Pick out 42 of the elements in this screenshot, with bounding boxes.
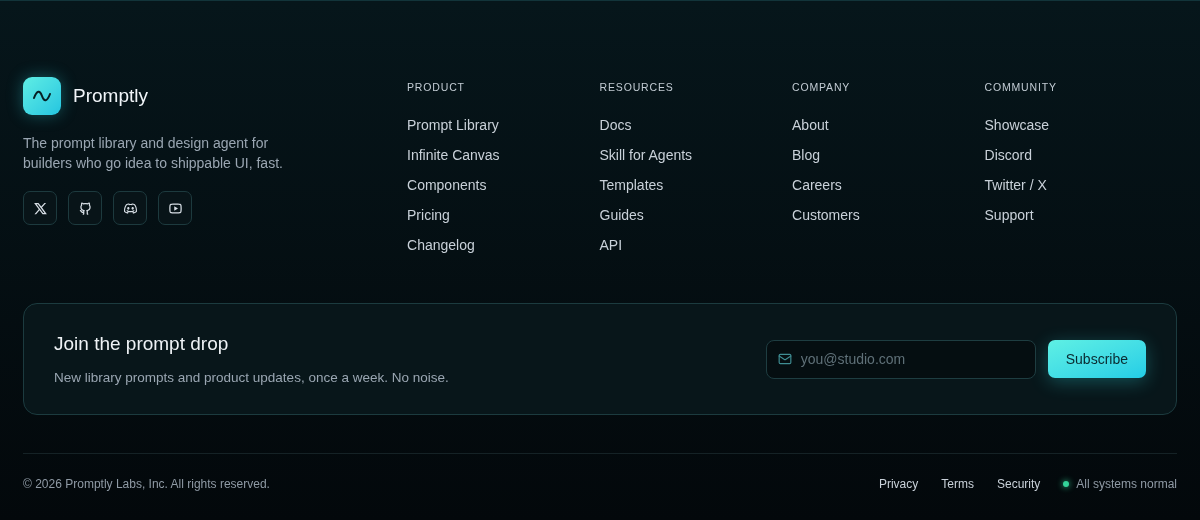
footer-link[interactable]: Blog: [792, 145, 821, 164]
x-logo-icon: [32, 200, 48, 216]
newsletter-title: Join the prompt drop: [54, 332, 230, 357]
email-field[interactable]: you@studio.com: [765, 339, 1036, 379]
footer-link[interactable]: Guides: [599, 205, 644, 224]
legal-link[interactable]: Security: [996, 474, 1041, 493]
footer-link[interactable]: Changelog: [407, 235, 475, 254]
subscribe-button[interactable]: Subscribe: [1047, 340, 1146, 378]
column-heading: COMPANY: [792, 80, 852, 95]
footer-link[interactable]: Customers: [792, 205, 860, 224]
status-text: All systems normal: [1076, 475, 1177, 493]
newsletter-subtitle: New library prompts and product updates, once a week. No noise.: [54, 368, 449, 387]
footer-link[interactable]: About: [792, 115, 829, 134]
legal-link[interactable]: Terms: [941, 474, 974, 493]
social-button[interactable]: [68, 191, 102, 225]
legal-link[interactable]: Privacy: [878, 474, 919, 493]
footer-link[interactable]: Components: [407, 175, 487, 194]
footer-link[interactable]: Skill for Agents: [599, 145, 693, 164]
social-button[interactable]: [23, 191, 57, 225]
column-heading: COMMUNITY: [984, 80, 1058, 95]
footer-link[interactable]: Docs: [599, 115, 632, 134]
footer-link[interactable]: Prompt Library: [407, 115, 499, 134]
github-logo-icon: [77, 200, 93, 216]
mail-icon: [777, 352, 792, 366]
footer-link[interactable]: Templates: [599, 175, 664, 194]
footer-link[interactable]: Pricing: [407, 205, 450, 224]
discord-logo-icon: [122, 200, 138, 216]
footer-link[interactable]: Support: [984, 205, 1034, 224]
copyright-text: © 2026 Promptly Labs, Inc. All rights reserved.: [23, 475, 270, 493]
logo-icon: [23, 77, 61, 115]
footer-link[interactable]: Twitter / X: [984, 175, 1047, 194]
footer-link[interactable]: Discord: [984, 145, 1032, 164]
footer-link[interactable]: Showcase: [984, 115, 1050, 134]
column-heading: RESOURCES: [599, 80, 675, 95]
social-button[interactable]: [158, 191, 192, 225]
brand-tagline: The prompt library and design agent for builders who go idea to shippable UI, fast.: [23, 134, 284, 173]
footer-link[interactable]: Infinite Canvas: [407, 145, 500, 164]
footer-link[interactable]: API: [599, 235, 623, 254]
social-button[interactable]: [113, 191, 147, 225]
footer-link[interactable]: Careers: [792, 175, 842, 194]
brand-name: Promptly: [73, 83, 148, 108]
column-heading: PRODUCT: [407, 80, 466, 95]
